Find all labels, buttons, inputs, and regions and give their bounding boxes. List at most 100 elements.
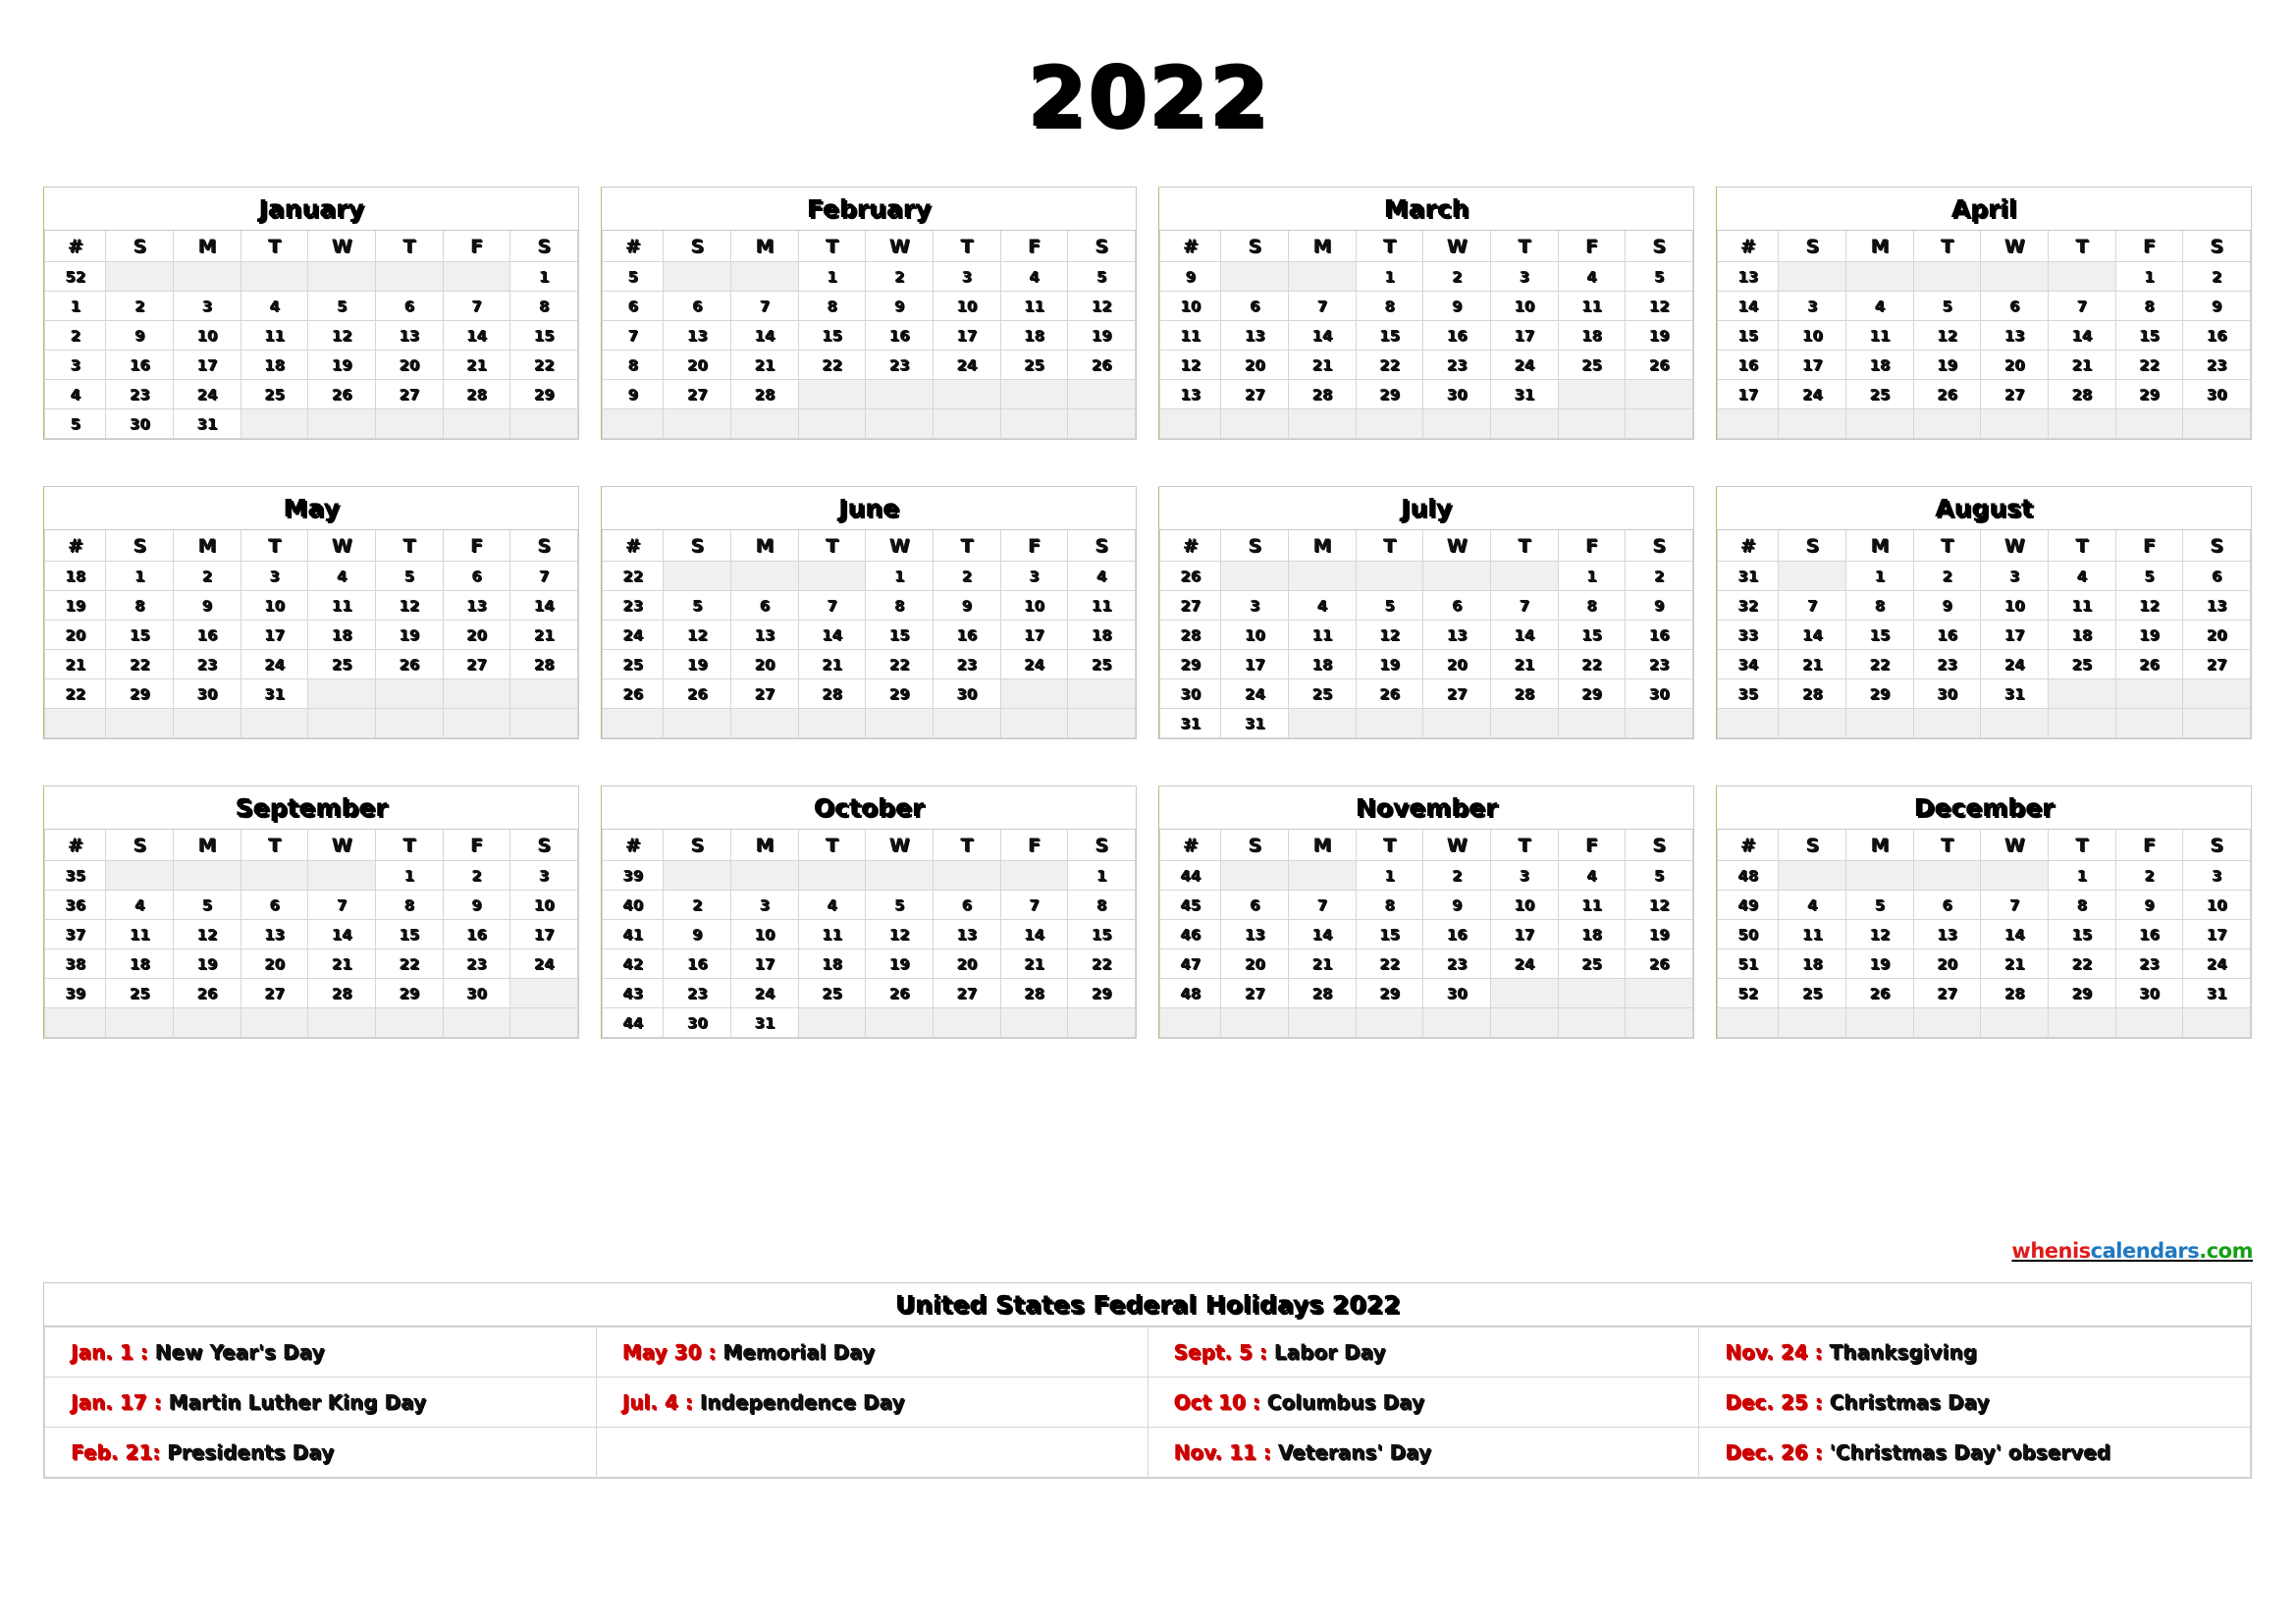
- day-cell[interactable]: 2: [2182, 261, 2251, 292]
- day-cell[interactable]: 13: [1422, 620, 1491, 650]
- day-cell[interactable]: 13: [1912, 919, 1982, 949]
- day-cell[interactable]: 17: [1980, 620, 2049, 650]
- day-cell[interactable]: 25: [240, 379, 309, 409]
- day-cell[interactable]: 24: [2182, 948, 2251, 979]
- day-cell[interactable]: 2: [2114, 860, 2184, 891]
- day-cell[interactable]: 26: [1625, 350, 1693, 380]
- day-cell[interactable]: 17: [240, 620, 309, 650]
- day-cell[interactable]: 20: [375, 350, 444, 380]
- day-cell[interactable]: 17: [173, 350, 241, 380]
- day-cell[interactable]: 6: [442, 561, 511, 591]
- day-cell[interactable]: 6: [1980, 291, 2049, 321]
- day-cell[interactable]: 9: [933, 590, 1001, 621]
- day-cell[interactable]: 15: [105, 620, 175, 650]
- day-cell[interactable]: 9: [865, 291, 934, 321]
- day-cell[interactable]: 26: [1067, 350, 1136, 380]
- day-cell[interactable]: 21: [2048, 350, 2116, 380]
- day-cell[interactable]: 9: [1912, 590, 1982, 621]
- day-cell[interactable]: 13: [730, 620, 799, 650]
- day-cell[interactable]: 28: [1288, 379, 1357, 409]
- day-cell[interactable]: 11: [1845, 320, 1914, 351]
- day-cell[interactable]: 11: [1288, 620, 1357, 650]
- day-cell[interactable]: 1: [2114, 261, 2184, 292]
- day-cell[interactable]: 23: [1422, 350, 1491, 380]
- day-cell[interactable]: 12: [307, 320, 376, 351]
- day-cell[interactable]: 3: [240, 561, 309, 591]
- day-cell[interactable]: 10: [2182, 890, 2251, 920]
- day-cell[interactable]: 7: [1288, 890, 1357, 920]
- day-cell[interactable]: 6: [1220, 890, 1290, 920]
- day-cell[interactable]: 19: [307, 350, 376, 380]
- day-cell[interactable]: 17: [1490, 320, 1559, 351]
- day-cell[interactable]: 25: [797, 978, 867, 1008]
- day-cell[interactable]: 19: [1912, 350, 1982, 380]
- day-cell[interactable]: 1: [1355, 860, 1424, 891]
- day-cell[interactable]: 4: [1067, 561, 1136, 591]
- day-cell[interactable]: 10: [509, 890, 578, 920]
- day-cell[interactable]: 17: [999, 620, 1069, 650]
- day-cell[interactable]: 2: [1912, 561, 1982, 591]
- day-cell[interactable]: 30: [173, 678, 241, 709]
- day-cell[interactable]: 12: [173, 919, 241, 949]
- day-cell[interactable]: 3: [730, 890, 799, 920]
- day-cell[interactable]: 10: [1778, 320, 1847, 351]
- day-cell[interactable]: 26: [1912, 379, 1982, 409]
- day-cell[interactable]: 7: [1490, 590, 1559, 621]
- day-cell[interactable]: 10: [730, 919, 799, 949]
- day-cell[interactable]: 8: [1845, 590, 1914, 621]
- day-cell[interactable]: 22: [1355, 948, 1424, 979]
- day-cell[interactable]: 11: [1067, 590, 1136, 621]
- day-cell[interactable]: 5: [307, 291, 376, 321]
- day-cell[interactable]: 19: [1067, 320, 1136, 351]
- day-cell[interactable]: 1: [865, 561, 934, 591]
- day-cell[interactable]: 15: [1067, 919, 1136, 949]
- day-cell[interactable]: 12: [1625, 291, 1693, 321]
- day-cell[interactable]: 25: [307, 649, 376, 679]
- day-cell[interactable]: 6: [1422, 590, 1491, 621]
- day-cell[interactable]: 13: [2182, 590, 2251, 621]
- day-cell[interactable]: 24: [1220, 678, 1290, 709]
- day-cell[interactable]: 12: [1845, 919, 1914, 949]
- day-cell[interactable]: 18: [797, 948, 867, 979]
- day-cell[interactable]: 29: [865, 678, 934, 709]
- day-cell[interactable]: 9: [1625, 590, 1693, 621]
- day-cell[interactable]: 30: [663, 1007, 732, 1038]
- day-cell[interactable]: 29: [2114, 379, 2184, 409]
- day-cell[interactable]: 22: [865, 649, 934, 679]
- day-cell[interactable]: 28: [1288, 978, 1357, 1008]
- day-cell[interactable]: 31: [240, 678, 309, 709]
- day-cell[interactable]: 5: [1912, 291, 1982, 321]
- day-cell[interactable]: 30: [933, 678, 1001, 709]
- day-cell[interactable]: 30: [1912, 678, 1982, 709]
- day-cell[interactable]: 7: [1980, 890, 2049, 920]
- day-cell[interactable]: 19: [1625, 919, 1693, 949]
- day-cell[interactable]: 22: [2048, 948, 2116, 979]
- day-cell[interactable]: 8: [105, 590, 175, 621]
- day-cell[interactable]: 8: [797, 291, 867, 321]
- day-cell[interactable]: 25: [1778, 978, 1847, 1008]
- day-cell[interactable]: 3: [173, 291, 241, 321]
- day-cell[interactable]: 8: [375, 890, 444, 920]
- day-cell[interactable]: 21: [1288, 948, 1357, 979]
- day-cell[interactable]: 14: [999, 919, 1069, 949]
- day-cell[interactable]: 6: [933, 890, 1001, 920]
- day-cell[interactable]: 22: [1557, 649, 1627, 679]
- day-cell[interactable]: 19: [173, 948, 241, 979]
- day-cell[interactable]: 18: [105, 948, 175, 979]
- day-cell[interactable]: 23: [442, 948, 511, 979]
- day-cell[interactable]: 22: [375, 948, 444, 979]
- day-cell[interactable]: 1: [105, 561, 175, 591]
- day-cell[interactable]: 27: [1912, 978, 1982, 1008]
- day-cell[interactable]: 24: [999, 649, 1069, 679]
- day-cell[interactable]: 23: [105, 379, 175, 409]
- day-cell[interactable]: 10: [1490, 291, 1559, 321]
- day-cell[interactable]: 26: [1625, 948, 1693, 979]
- day-cell[interactable]: 1: [1067, 860, 1136, 891]
- day-cell[interactable]: 16: [442, 919, 511, 949]
- day-cell[interactable]: 10: [1220, 620, 1290, 650]
- day-cell[interactable]: 7: [442, 291, 511, 321]
- day-cell[interactable]: 19: [2114, 620, 2184, 650]
- day-cell[interactable]: 25: [105, 978, 175, 1008]
- day-cell[interactable]: 10: [240, 590, 309, 621]
- day-cell[interactable]: 18: [1557, 919, 1627, 949]
